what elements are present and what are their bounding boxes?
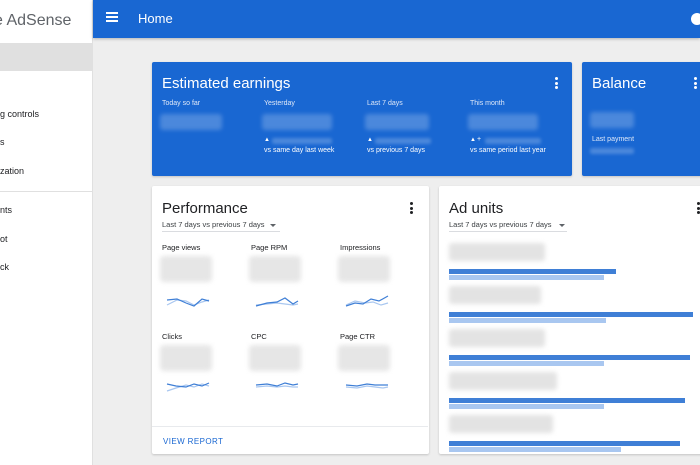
column-label: Last 7 days: [367, 100, 403, 107]
sparkline-chart: [166, 298, 210, 307]
ad-unit-previous-bar: [449, 275, 604, 280]
ad-unit-previous-bar: [449, 447, 621, 452]
ad-unit-name-redacted: [449, 286, 541, 304]
ad-units-card: Ad units Last 7 days vs previous 7 days: [439, 186, 700, 454]
select-underline: [162, 231, 280, 232]
more-vert-icon[interactable]: [694, 77, 697, 89]
performance-card: Performance Last 7 days vs previous 7 da…: [152, 186, 429, 454]
comparison-text: vs previous 7 days: [367, 147, 425, 154]
metric-label: CPC: [251, 332, 267, 341]
sparkline-chart: [255, 297, 299, 307]
ad-unit-current-bar: [449, 269, 616, 274]
value-redacted: [160, 256, 212, 282]
sparkline-chart: [166, 382, 210, 392]
column-label: Today so far: [162, 100, 201, 107]
sidebar-item-optimization[interactable]: zation: [0, 166, 24, 176]
plus-sign: +: [477, 136, 482, 143]
value-redacted: [365, 114, 429, 130]
ad-unit-previous-bar: [449, 318, 606, 323]
estimated-earnings-card: Estimated earnings Today so far Yesterda…: [152, 62, 572, 176]
sidebar-item-sites[interactable]: s: [0, 137, 5, 147]
top-app-bar: Home: [93, 0, 700, 38]
value-redacted: [590, 112, 634, 128]
value-redacted: [262, 114, 332, 130]
brand-logo-text: e AdSense: [0, 12, 72, 29]
value-redacted: [249, 345, 301, 371]
value-redacted: [160, 114, 222, 130]
ad-unit-name-redacted: [449, 372, 557, 390]
more-vert-icon[interactable]: [555, 77, 558, 89]
ad-unit-current-bar: [449, 398, 685, 403]
date-range-select[interactable]: Last 7 days vs previous 7 days: [162, 220, 265, 229]
column-label: This month: [470, 100, 505, 107]
more-vert-icon[interactable]: [410, 202, 413, 214]
sidebar-item-home-active[interactable]: [0, 43, 93, 71]
sparkline-chart: [345, 383, 389, 389]
sidebar: e AdSense g controls s zation nts ot ck: [0, 0, 93, 465]
card-title: Ad units: [449, 200, 504, 217]
card-footer-divider: [152, 426, 428, 427]
view-report-button[interactable]: VIEW REPORT: [163, 437, 223, 446]
change-redacted: [375, 138, 431, 144]
sidebar-item-payments[interactable]: nts: [0, 205, 12, 215]
value-redacted: [338, 256, 390, 282]
sparkline-chart: [255, 382, 299, 388]
date-range-select[interactable]: Last 7 days vs previous 7 days: [449, 220, 552, 229]
chevron-down-icon[interactable]: [270, 224, 276, 227]
up-arrow-icon: ▲: [367, 137, 373, 143]
last-payment-label: Last payment: [592, 136, 635, 143]
column-label: Yesterday: [264, 100, 295, 107]
sidebar-item-blocking-controls[interactable]: g controls: [0, 109, 39, 119]
select-underline: [449, 231, 567, 232]
ad-unit-current-bar: [449, 312, 693, 317]
value-redacted: [160, 345, 212, 371]
ad-unit-name-redacted: [449, 243, 545, 261]
sparkline-chart: [345, 295, 389, 307]
ad-unit-current-bar: [449, 355, 690, 360]
comparison-text: vs same day last week: [264, 147, 335, 154]
card-title: Performance: [162, 200, 248, 217]
ad-unit-current-bar: [449, 441, 680, 446]
card-title: Estimated earnings: [162, 75, 291, 92]
ad-unit-previous-bar: [449, 404, 604, 409]
up-arrow-icon: ▲: [470, 137, 476, 143]
ad-unit-name-redacted: [449, 329, 545, 347]
sidebar-item-account[interactable]: ot: [0, 234, 8, 244]
sidebar-item-feedback[interactable]: ck: [0, 262, 9, 272]
ad-unit-previous-bar: [449, 361, 604, 366]
change-redacted: [485, 138, 541, 144]
ad-unit-name-redacted: [449, 415, 553, 433]
sidebar-divider: [0, 191, 93, 192]
card-title: Balance: [592, 75, 647, 92]
chevron-down-icon[interactable]: [559, 224, 565, 227]
value-redacted: [468, 114, 538, 130]
metric-label: Impressions: [340, 243, 381, 252]
value-redacted: [590, 148, 634, 154]
change-redacted: [272, 138, 332, 144]
metric-label: Page views: [162, 243, 201, 252]
metric-label: Page RPM: [251, 243, 288, 252]
metric-label: Page CTR: [340, 332, 376, 341]
up-arrow-icon: ▲: [264, 137, 270, 143]
page-title: Home: [138, 11, 173, 26]
menu-icon[interactable]: [106, 12, 118, 22]
account-avatar[interactable]: [691, 13, 700, 25]
comparison-text: vs same period last year: [470, 147, 546, 154]
balance-card: Balance Last payment: [582, 62, 700, 176]
metric-label: Clicks: [162, 332, 182, 341]
value-redacted: [338, 345, 390, 371]
value-redacted: [249, 256, 301, 282]
